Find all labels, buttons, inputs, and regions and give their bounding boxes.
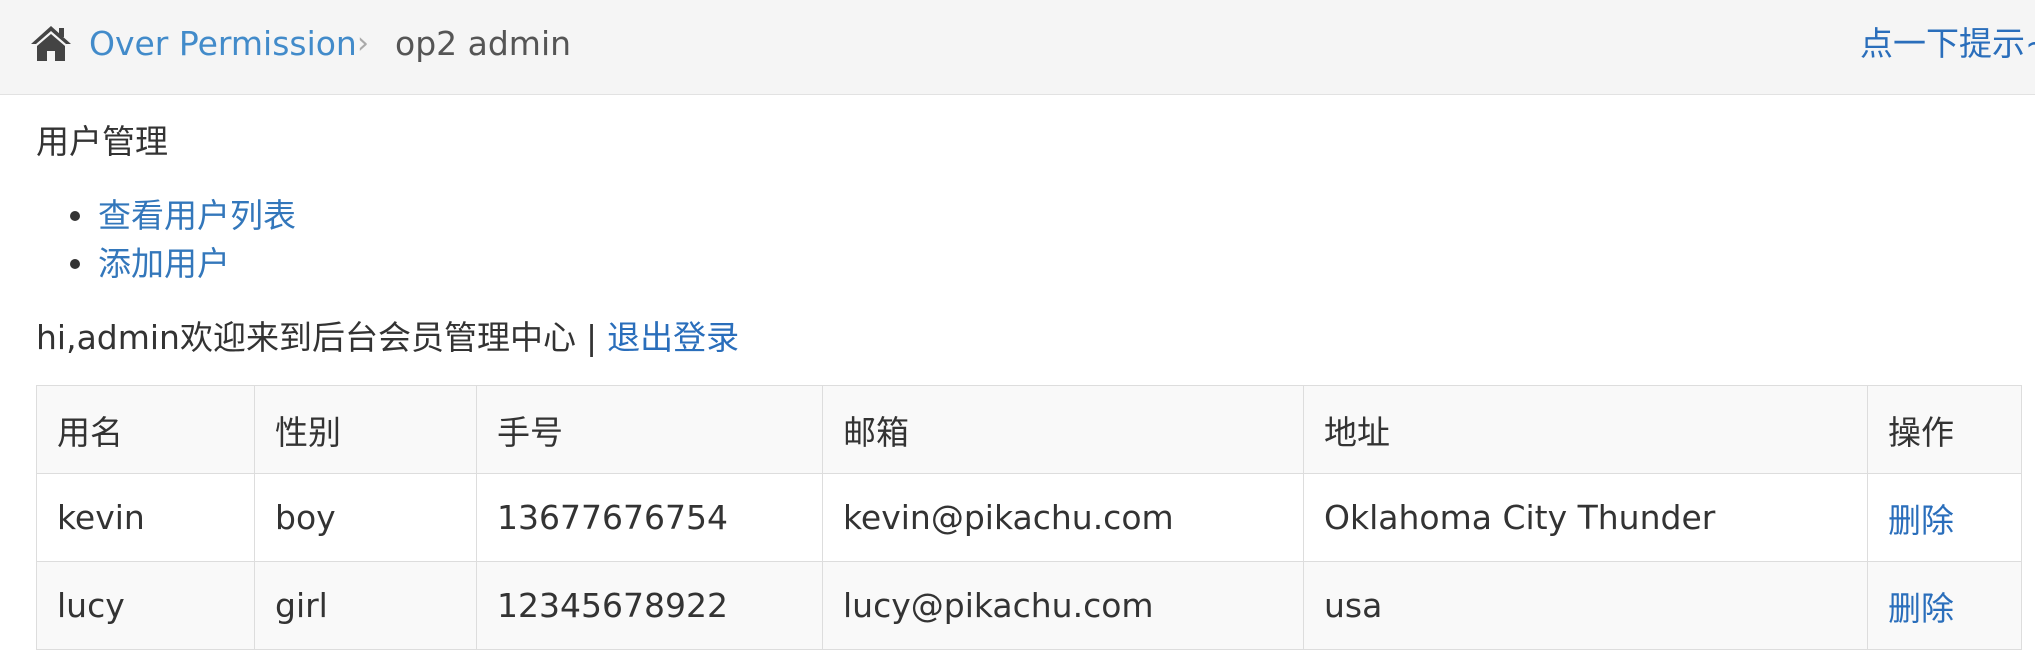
welcome-separator: | bbox=[585, 318, 598, 357]
header-phone: 手号 bbox=[476, 385, 823, 474]
add-user-link[interactable]: 添加用户 bbox=[98, 242, 230, 286]
cell-username: kevin bbox=[36, 473, 255, 562]
header-action: 操作 bbox=[1867, 385, 2022, 474]
header-username: 用名 bbox=[36, 385, 255, 474]
header-address: 地址 bbox=[1303, 385, 1868, 474]
breadcrumb-separator: › bbox=[357, 26, 369, 61]
cell-gender: girl bbox=[254, 561, 477, 650]
table-row: lucy girl 12345678922 lucy@pikachu.com u… bbox=[36, 561, 2022, 650]
welcome-line: hi,admin欢迎来到后台会员管理中心 | 退出登录 bbox=[36, 316, 739, 360]
bullet-icon bbox=[70, 211, 80, 221]
tip-link[interactable]: 点一下提示~ bbox=[1860, 22, 2035, 66]
breadcrumb-current: op2 admin bbox=[395, 24, 572, 63]
view-user-list-link[interactable]: 查看用户列表 bbox=[98, 194, 296, 238]
cell-address: Oklahoma City Thunder bbox=[1303, 473, 1868, 562]
cell-action: 删除 bbox=[1867, 473, 2022, 562]
menu-item-view-users: 查看用户列表 bbox=[70, 192, 296, 240]
user-menu: 查看用户列表 添加用户 bbox=[70, 192, 296, 288]
delete-link[interactable]: 删除 bbox=[1888, 501, 1954, 540]
menu-item-add-user: 添加用户 bbox=[70, 240, 296, 288]
bullet-icon bbox=[70, 259, 80, 269]
delete-link[interactable]: 删除 bbox=[1888, 589, 1954, 628]
cell-email: kevin@pikachu.com bbox=[822, 473, 1304, 562]
header-email: 邮箱 bbox=[822, 385, 1304, 474]
cell-gender: boy bbox=[254, 473, 477, 562]
cell-phone: 13677676754 bbox=[476, 473, 823, 562]
breadcrumb-bar: Over Permission › op2 admin 点一下提示~ bbox=[0, 0, 2035, 95]
cell-address: usa bbox=[1303, 561, 1868, 650]
user-table: 用名 性别 手号 邮箱 地址 操作 kevin boy 13677676754 … bbox=[36, 385, 2022, 650]
logout-link[interactable]: 退出登录 bbox=[607, 318, 739, 357]
section-title: 用户管理 bbox=[36, 122, 168, 161]
table-row: kevin boy 13677676754 kevin@pikachu.com … bbox=[36, 473, 2022, 562]
header-gender: 性别 bbox=[254, 385, 477, 474]
table-header-row: 用名 性别 手号 邮箱 地址 操作 bbox=[36, 385, 2022, 474]
cell-email: lucy@pikachu.com bbox=[822, 561, 1304, 650]
home-icon[interactable] bbox=[30, 24, 72, 62]
cell-action: 删除 bbox=[1867, 561, 2022, 650]
cell-phone: 12345678922 bbox=[476, 561, 823, 650]
cell-username: lucy bbox=[36, 561, 255, 650]
welcome-text: hi,admin欢迎来到后台会员管理中心 bbox=[36, 318, 576, 357]
breadcrumb-link-over-permission[interactable]: Over Permission bbox=[89, 22, 357, 66]
